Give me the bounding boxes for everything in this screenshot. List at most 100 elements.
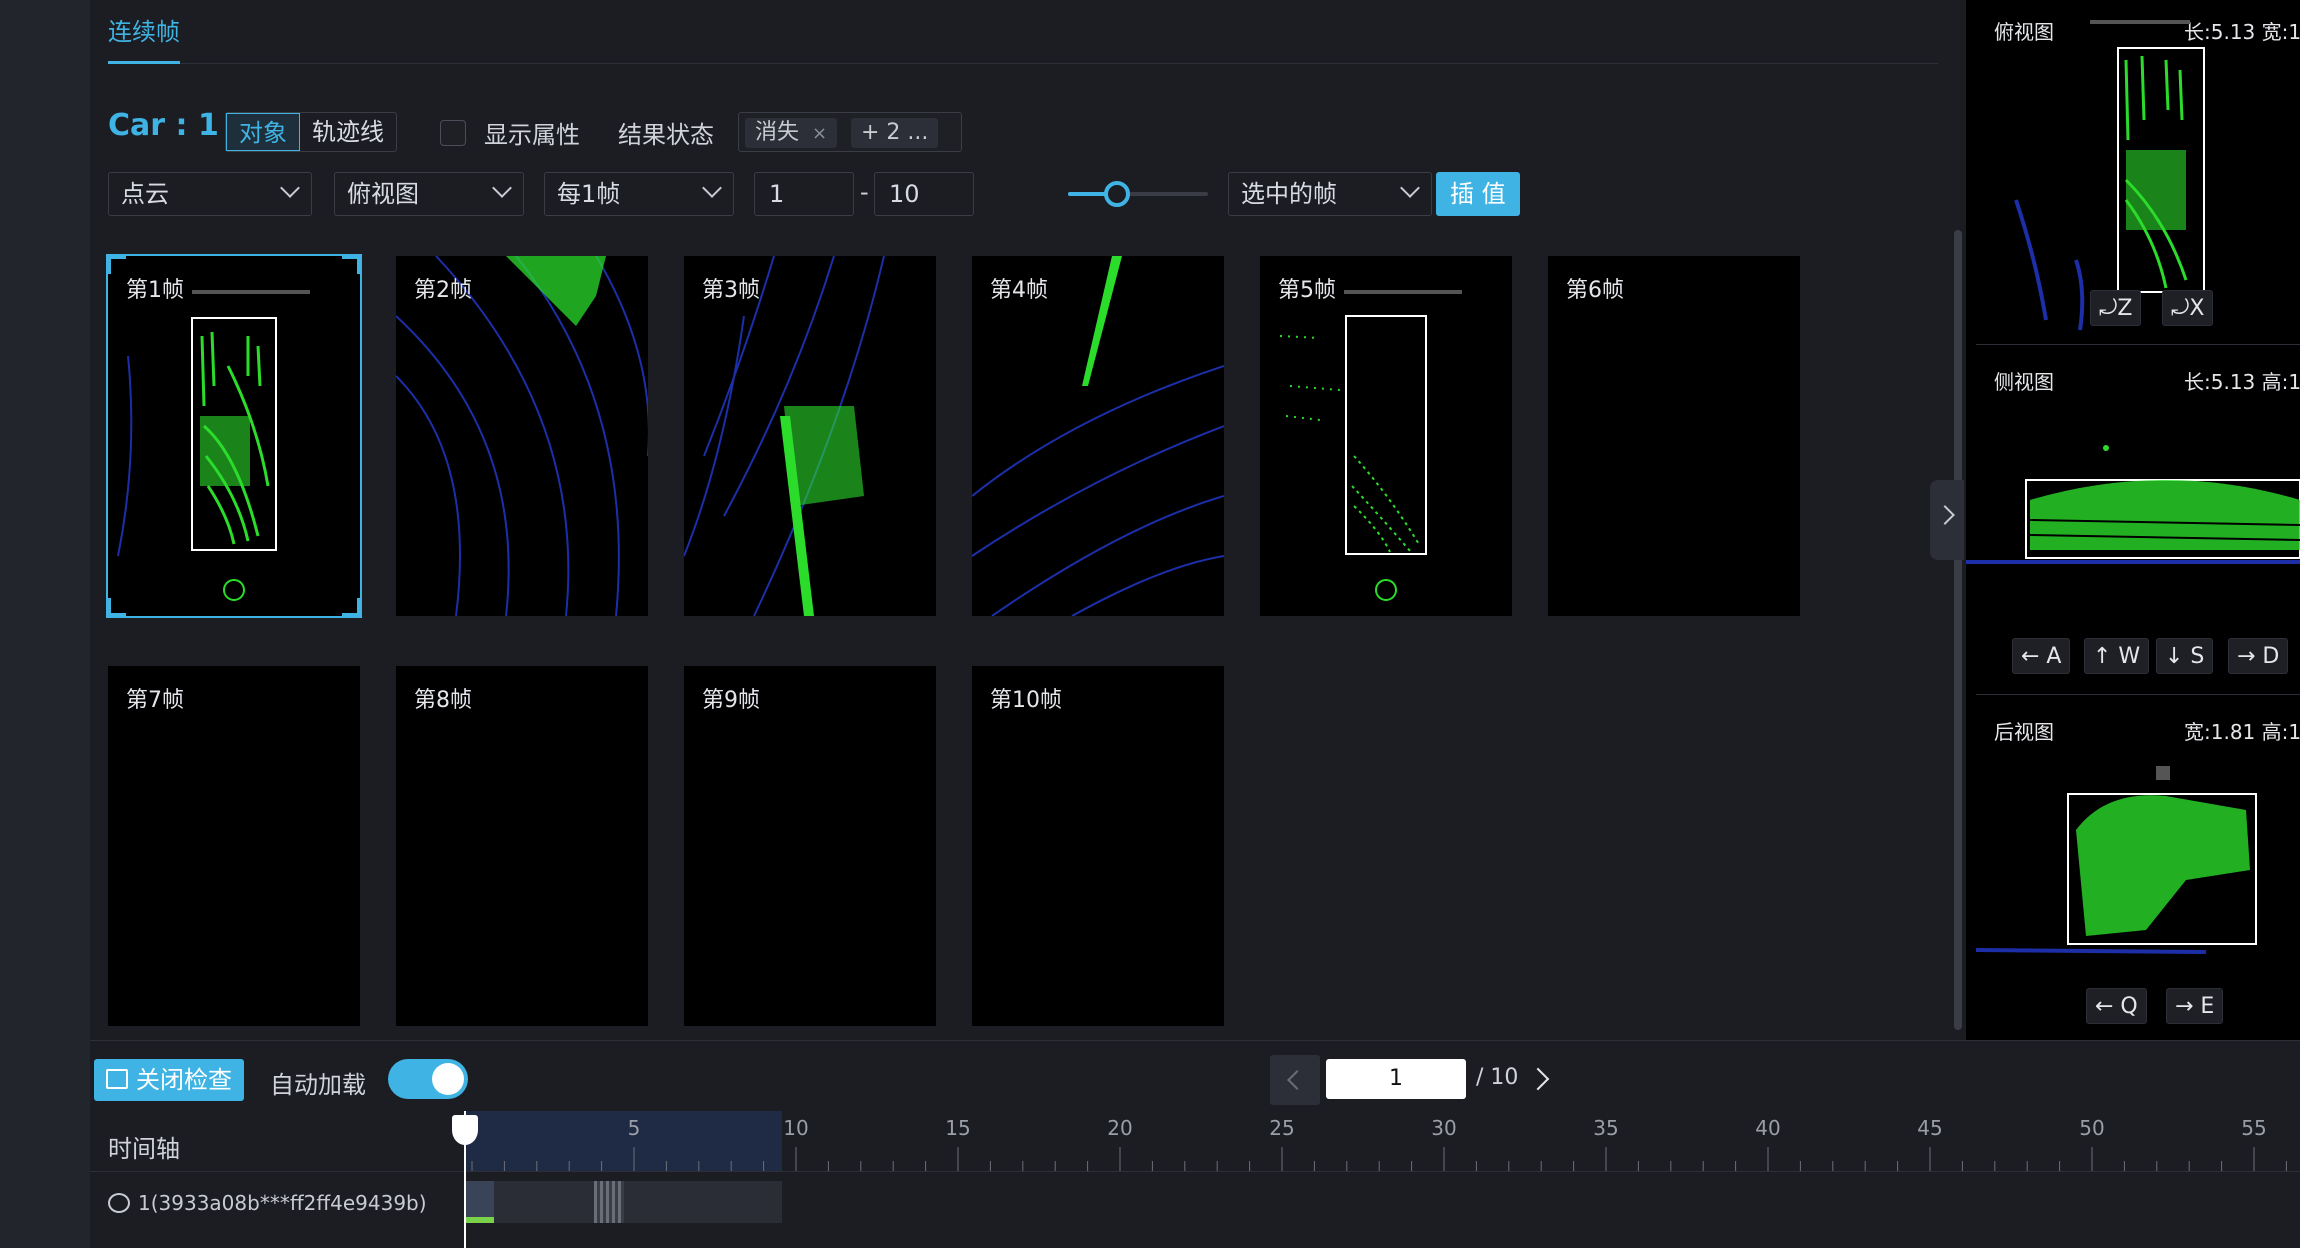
corner-marker <box>108 256 126 274</box>
frame-card-10[interactable]: 第10帧 <box>972 666 1224 1026</box>
frame-card-7[interactable]: 第7帧 <box>108 666 360 1026</box>
collapse-panel-button[interactable] <box>1930 480 1964 560</box>
track-segment <box>464 1181 494 1217</box>
filter-toolbar: 点云 俯视图 每1帧 1 - 10 选中的帧 插 值 <box>108 172 1708 218</box>
mode-object-button[interactable]: 对象 <box>226 113 300 151</box>
playhead-handle[interactable] <box>452 1115 478 1145</box>
rotate-x-button[interactable]: ⤾X <box>2162 290 2214 326</box>
rotate-z-button[interactable]: ⤾Z <box>2090 290 2142 326</box>
timeline-label: 时间轴 <box>108 1135 180 1163</box>
left-gutter <box>0 0 90 1248</box>
point-cloud-view <box>972 256 1224 616</box>
frame-card-3[interactable]: 第3帧 <box>684 256 936 616</box>
frame-card-1[interactable]: 第1帧 <box>106 254 362 618</box>
track-label-text: 1(3933a08b***ff2ff4e9439b) <box>138 1191 427 1215</box>
corner-marker <box>108 598 126 616</box>
track-marker <box>464 1217 494 1223</box>
track-label: 1(3933a08b***ff2ff4e9439b) <box>108 1191 427 1215</box>
corner-marker <box>342 598 360 616</box>
timeline-tick-label: 5 <box>628 1116 641 1140</box>
timeline-tick-label: 35 <box>1593 1116 1618 1140</box>
rotate-left-button[interactable]: ← Q <box>2086 988 2147 1024</box>
track-highlight <box>594 1181 624 1223</box>
frame-card-5[interactable]: 第5帧 <box>1260 256 1512 616</box>
tag-more[interactable]: + 2 ... <box>851 118 939 148</box>
chevron-down-icon <box>492 178 512 198</box>
show-attr-checkbox[interactable] <box>440 120 466 146</box>
frame-card-4[interactable]: 第4帧 <box>972 256 1224 616</box>
rotate-right-button[interactable]: → E <box>2166 988 2224 1024</box>
chevron-down-icon <box>702 178 722 198</box>
mode-track-button[interactable]: 轨迹线 <box>300 113 396 151</box>
tag-vanish-text: 消失 <box>755 120 800 145</box>
vertical-scrollbar[interactable] <box>1954 230 1962 1030</box>
point-cloud-view <box>396 256 648 616</box>
view-value: 俯视图 <box>347 180 419 208</box>
close-check-label: 关闭检查 <box>136 1066 232 1094</box>
tab-bar: 连续帧 <box>108 0 1938 64</box>
top-view-section: 俯视图 长:5.13 宽:1 ⤾Z ⤾X <box>1966 0 2300 340</box>
point-cloud-view <box>684 256 885 616</box>
timeline-tick-label: 25 <box>1269 1116 1294 1140</box>
main-panel: 连续帧 Car : 1 对象 轨迹线 显示属性 结果状态 消失 × + 2 ..… <box>90 0 1962 1040</box>
result-state-label: 结果状态 <box>618 121 714 149</box>
timeline-axis[interactable]: 5 10 15 20 25 30 35 40 45 50 55 <box>464 1111 2300 1171</box>
range-from-input[interactable]: 1 <box>754 172 854 216</box>
timeline-ticks: 5 10 15 20 25 30 35 40 45 50 55 <box>471 1116 2287 1171</box>
divider <box>1976 694 2300 695</box>
chevron-down-icon <box>1400 178 1420 198</box>
frame-grid: 第1帧 第2帧 第3帧 第4帧 第5帧 第6帧 第7帧 第8帧 第9帧 第10帧 <box>106 254 1808 1026</box>
range-to-input[interactable]: 10 <box>874 172 974 216</box>
data-type-value: 点云 <box>121 180 169 208</box>
point-cloud-view <box>1279 290 1462 601</box>
object-label: Car : 1 <box>108 108 219 143</box>
tag-close-icon[interactable]: × <box>812 123 827 144</box>
step-select[interactable]: 每1帧 <box>544 172 734 216</box>
page-input[interactable]: 1 <box>1326 1059 1466 1099</box>
chevron-down-icon <box>280 178 300 198</box>
frame-label: 第10帧 <box>990 688 1062 713</box>
auto-load-toggle[interactable] <box>388 1059 468 1099</box>
frames-select[interactable]: 选中的帧 <box>1228 172 1432 216</box>
move-down-button[interactable]: ↓ S <box>2156 638 2214 674</box>
slider-handle[interactable] <box>1104 181 1130 207</box>
next-page-button[interactable] <box>1526 1067 1550 1091</box>
divider <box>1976 344 2300 345</box>
data-type-select[interactable]: 点云 <box>108 172 312 216</box>
side-view-section: 侧视图 长:5.13 高:1 ← A ↑ W ↓ S → D <box>1966 350 2300 690</box>
chevron-left-icon <box>1287 1070 1307 1090</box>
interpolate-button[interactable]: 插 值 <box>1436 172 1520 216</box>
frame-label: 第7帧 <box>126 688 184 713</box>
frame-label: 第9帧 <box>702 688 760 713</box>
timeline-tick-label: 30 <box>1431 1116 1456 1140</box>
timeline-tick-label: 55 <box>2241 1116 2266 1140</box>
view-select[interactable]: 俯视图 <box>334 172 524 216</box>
top-view-canvas <box>2014 20 2205 331</box>
timeline-tick-label: 15 <box>945 1116 970 1140</box>
close-check-button[interactable]: 关闭检查 <box>94 1059 244 1101</box>
frame-label: 第2帧 <box>414 278 472 303</box>
frame-label: 第5帧 <box>1278 278 1336 303</box>
object-toolbar: Car : 1 对象 轨迹线 显示属性 结果状态 消失 × + 2 ... <box>108 108 1108 154</box>
move-right-button[interactable]: → D <box>2228 638 2289 674</box>
auto-load-label: 自动加载 <box>270 1071 366 1099</box>
move-left-button[interactable]: ← A <box>2012 638 2071 674</box>
view-mode-toggle: 对象 轨迹线 <box>225 112 397 152</box>
timeline-divider <box>90 1171 2300 1172</box>
prev-page-button[interactable] <box>1270 1055 1320 1105</box>
timeline-tick-label: 20 <box>1107 1116 1132 1140</box>
frame-card-8[interactable]: 第8帧 <box>396 666 648 1026</box>
tab-continuous-frames[interactable]: 连续帧 <box>108 12 180 64</box>
frame-card-6[interactable]: 第6帧 <box>1548 256 1800 616</box>
frame-card-2[interactable]: 第2帧 <box>396 256 648 616</box>
frame-slider[interactable] <box>1068 181 1208 207</box>
result-state-select[interactable]: 消失 × + 2 ... <box>738 112 962 152</box>
timeline-tick-label: 40 <box>1755 1116 1780 1140</box>
move-up-button[interactable]: ↑ W <box>2084 638 2150 674</box>
frame-card-9[interactable]: 第9帧 <box>684 666 936 1026</box>
toggle-knob <box>432 1063 464 1095</box>
back-view-section: 后视图 宽:1.81 高:1 ← Q → E <box>1966 700 2300 1040</box>
timeline-track[interactable] <box>464 1181 782 1223</box>
step-value: 每1帧 <box>557 180 621 208</box>
frame-label: 第6帧 <box>1566 278 1624 303</box>
